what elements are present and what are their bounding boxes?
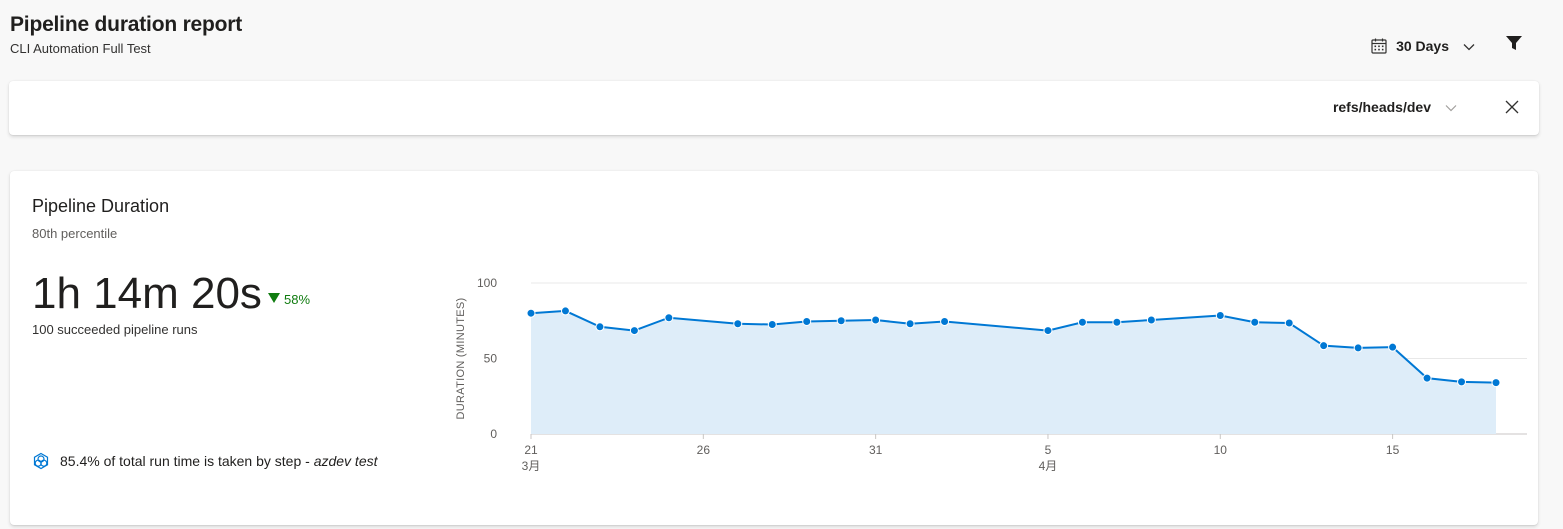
delta-indicator: 58% [268,292,310,307]
insight-icon [32,452,50,475]
run-count: 100 succeeded pipeline runs [32,322,198,337]
data-point [1215,310,1225,320]
data-point [1043,326,1053,336]
y-axis-title: DURATION (MINUTES) [455,298,467,420]
close-icon [1504,100,1520,119]
insight-text: 85.4% of total run time is taken by step… [60,453,314,469]
data-point [595,322,605,332]
card-title: Pipeline Duration [32,196,170,216]
data-point [526,308,536,318]
filter-button[interactable] [1505,34,1523,57]
data-point [1457,377,1467,387]
delta-value: 58% [284,292,311,307]
duration-metric: 1h 14m 20s [32,269,262,318]
date-range-label: 30 Days [1396,37,1449,54]
chevron-down-icon [1463,38,1475,54]
step-insight: 85.4% of total run time is taken by step… [32,451,392,475]
data-point [871,315,881,325]
data-point [664,313,674,323]
data-point [940,317,950,327]
data-point [1250,317,1260,327]
pipeline-duration-card: Pipeline Duration 80th percentile 1h 14m… [10,171,1538,525]
date-range-dropdown[interactable]: 30 Days [1370,37,1475,55]
branch-filter-dropdown[interactable]: refs/heads/dev [1333,99,1457,115]
page-title: Pipeline duration report [10,13,243,36]
page-header: Pipeline duration report CLI Automation … [10,12,242,56]
data-point [1388,342,1398,352]
report-toolbar: 30 Days [1370,34,1523,57]
card-subtitle: 80th percentile [32,226,118,241]
x-tick-label: 5 [1045,443,1052,457]
duration-chart: 0 50 100 DURATION (MINUTES) 21 3月 26 31 5 4月 10 15 [455,276,1527,473]
data-point [1422,373,1432,383]
y-tick-label: 0 [490,427,497,441]
pipeline-name: CLI Automation Full Test [10,41,151,56]
data-point [836,316,846,326]
data-point [1284,318,1294,328]
data-point [1353,343,1363,353]
insight-step-name: azdev test [313,453,378,469]
x-tick-label: 26 [697,443,711,457]
data-point [1112,317,1122,327]
x-tick-label: 31 [869,443,883,457]
data-point [905,319,915,329]
branch-filter-value: refs/heads/dev [1332,99,1431,115]
x-tick-month-label: 4月 [1039,459,1058,473]
x-tick-month-label: 3月 [522,459,541,473]
data-point [733,319,743,329]
data-point [560,306,570,316]
filter-bar: refs/heads/dev [9,81,1539,135]
x-tick-label: 21 [524,443,538,457]
data-point [1319,341,1329,351]
data-point [1491,378,1501,388]
y-tick-label: 50 [484,352,498,366]
data-point [802,317,812,327]
data-point [1077,317,1087,327]
y-tick-label: 100 [477,276,497,290]
x-tick-label: 10 [1214,443,1228,457]
triangle-down-icon [268,292,280,307]
calendar-icon [1370,37,1388,55]
duration-area [531,310,1496,434]
data-point [1146,315,1156,325]
x-tick-label: 15 [1386,443,1400,457]
chevron-down-icon [1445,99,1457,115]
filter-icon [1505,36,1523,56]
data-point [767,320,777,330]
clear-filter-button[interactable] [1504,99,1520,120]
data-point [629,326,639,336]
